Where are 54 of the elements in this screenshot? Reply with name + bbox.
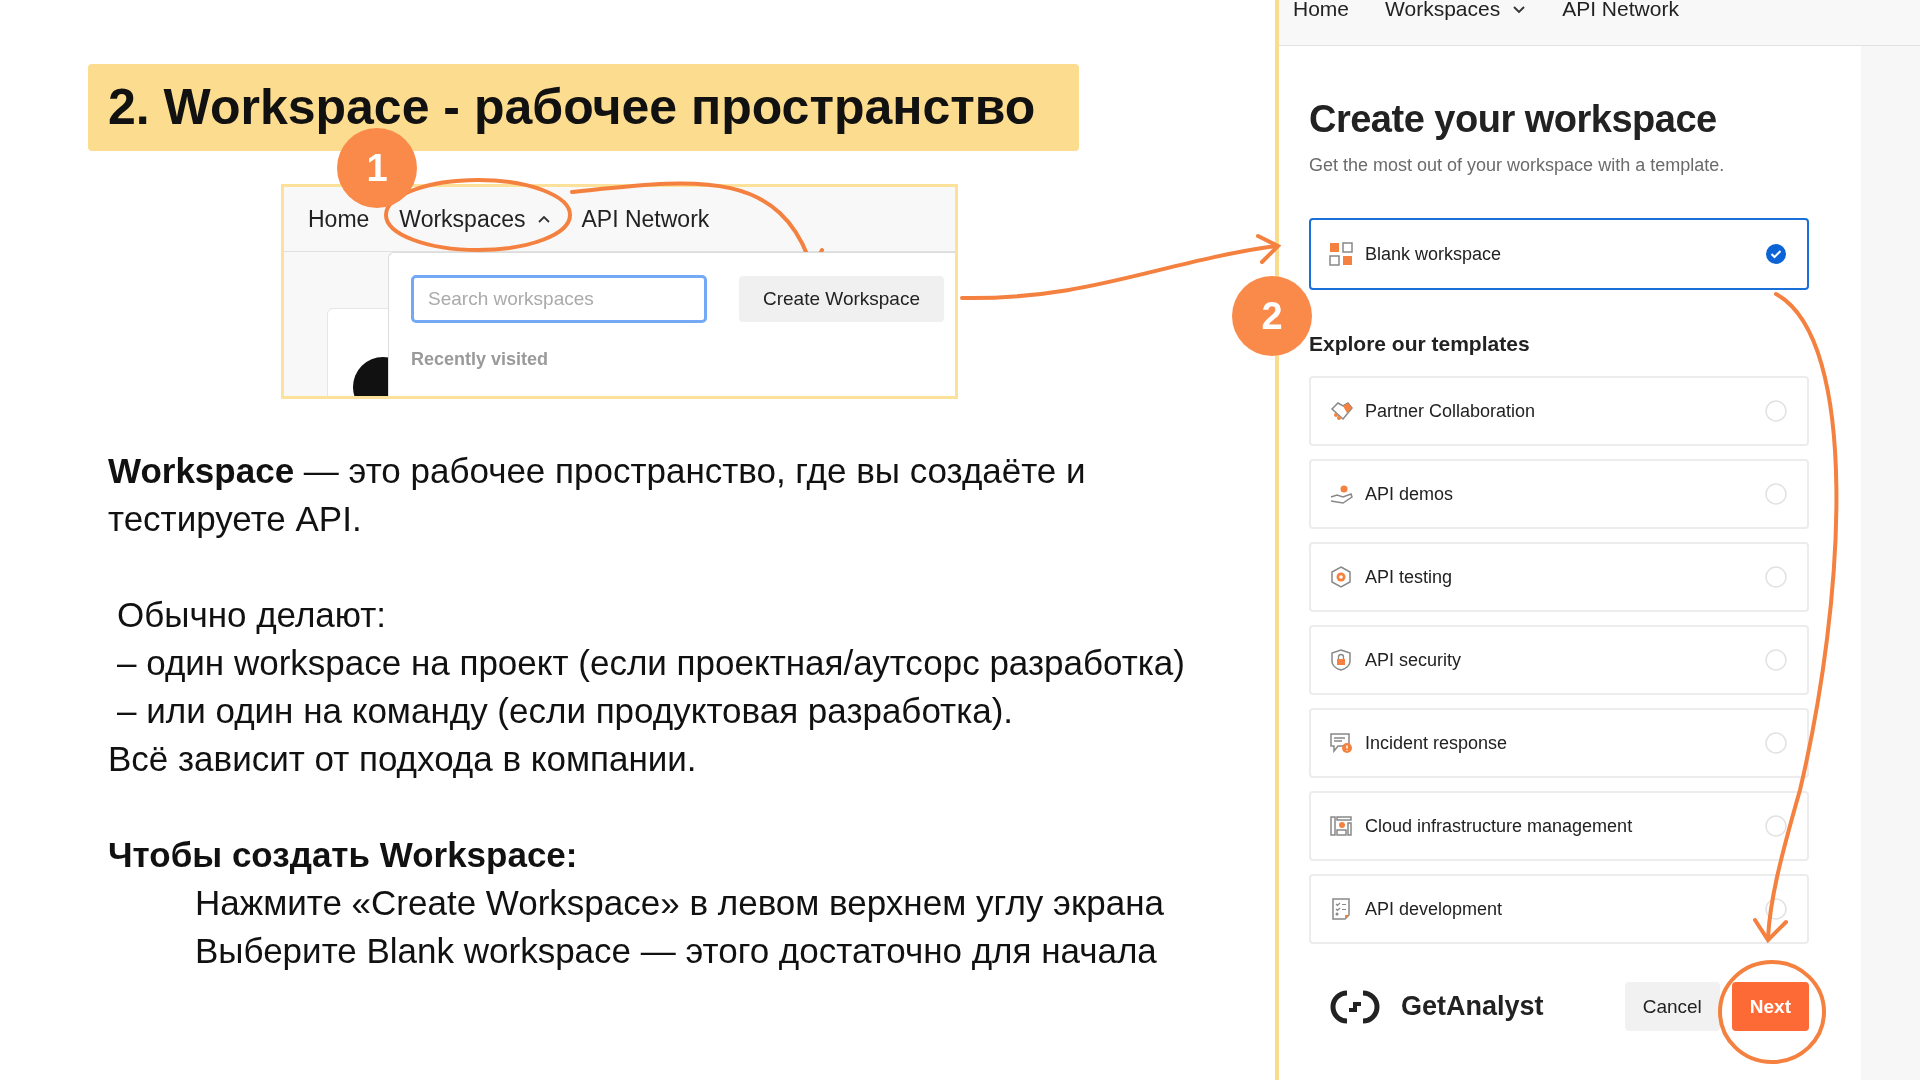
template-option[interactable]: Blank workspace (1309, 218, 1809, 290)
nav-link[interactable]: Home (1293, 0, 1350, 20)
server-icon (1329, 814, 1353, 838)
radio-button[interactable] (1765, 400, 1787, 422)
radio-button[interactable] (1765, 732, 1787, 754)
grid-icon (1329, 242, 1353, 266)
text-heading: Чтобы создать Workspace: (108, 834, 579, 876)
list-item: – один workspace на проект (если проектная/аутсорс разработка) (116, 642, 1186, 684)
radio-button[interactable] (1765, 898, 1787, 920)
list-item: Нажмите «Create Workspace» в левом верхнем углу экрана (194, 882, 1165, 924)
option-label: API testing (1365, 566, 1454, 588)
radio-button[interactable] (1765, 483, 1787, 505)
handshake-icon (1329, 399, 1353, 423)
option-label: API development (1365, 898, 1504, 920)
list-item: – или один на команду (если продуктовая разработка). (116, 690, 1015, 732)
nav-link[interactable]: API Network (581, 205, 710, 233)
dialog-title: Create your workspace (1309, 98, 1718, 141)
list-item: Выберите Blank workspace — этого достаточно для начала (194, 930, 1158, 972)
alert-icon (1329, 731, 1353, 755)
check-icon[interactable] (1765, 243, 1787, 265)
nav-link[interactable]: API Network (1562, 0, 1679, 20)
nav-link[interactable]: Home (308, 205, 370, 233)
checklist-icon (1329, 897, 1353, 921)
slide-title: 2. Workspace - рабочее пространство (88, 64, 1079, 151)
search-field[interactable]: Search workspaces (411, 275, 707, 323)
option-label: API security (1365, 649, 1463, 671)
option-label: API demos (1365, 483, 1455, 505)
paragraph: Workspace — это рабочее пространство, где вы создаёте и тестируете API. (108, 450, 1087, 540)
brand-name: GetAnalyst (1401, 991, 1544, 1022)
template-option[interactable]: API testing (1309, 542, 1809, 612)
text-line: Всё зависит от подхода в компании. (108, 738, 698, 780)
template-option[interactable]: Incident response (1309, 708, 1809, 778)
template-option[interactable]: API security (1309, 625, 1809, 695)
template-option[interactable]: API development (1309, 874, 1809, 944)
section-heading: Explore our templates (1309, 332, 1531, 356)
template-option[interactable]: Cloud infrastructure management (1309, 791, 1809, 861)
workspaces-menu[interactable]: Workspaces (1385, 0, 1527, 20)
option-label: Cloud infrastructure management (1365, 815, 1634, 837)
gear-icon (1329, 565, 1353, 589)
cancel-button[interactable]: Cancel (1624, 982, 1720, 1031)
workspaces-menu[interactable]: Workspaces (399, 205, 552, 233)
shield-icon (1329, 648, 1353, 672)
create-workspace-button[interactable]: Create Workspace (739, 276, 944, 322)
template-option[interactable]: API demos (1309, 459, 1809, 529)
radio-button[interactable] (1765, 649, 1787, 671)
option-label: Incident response (1365, 732, 1509, 754)
radio-button[interactable] (1765, 815, 1787, 837)
section-label: Recently visited (411, 349, 550, 370)
text-line: Обычно делают: (116, 594, 388, 636)
dialog-subtitle: Get the most out of your workspace with a template. (1309, 155, 1726, 176)
template-option[interactable]: Partner Collaboration (1309, 376, 1809, 446)
option-label: Partner Collaboration (1365, 400, 1537, 422)
radio-button[interactable] (1765, 566, 1787, 588)
option-label: Blank workspace (1365, 243, 1503, 265)
